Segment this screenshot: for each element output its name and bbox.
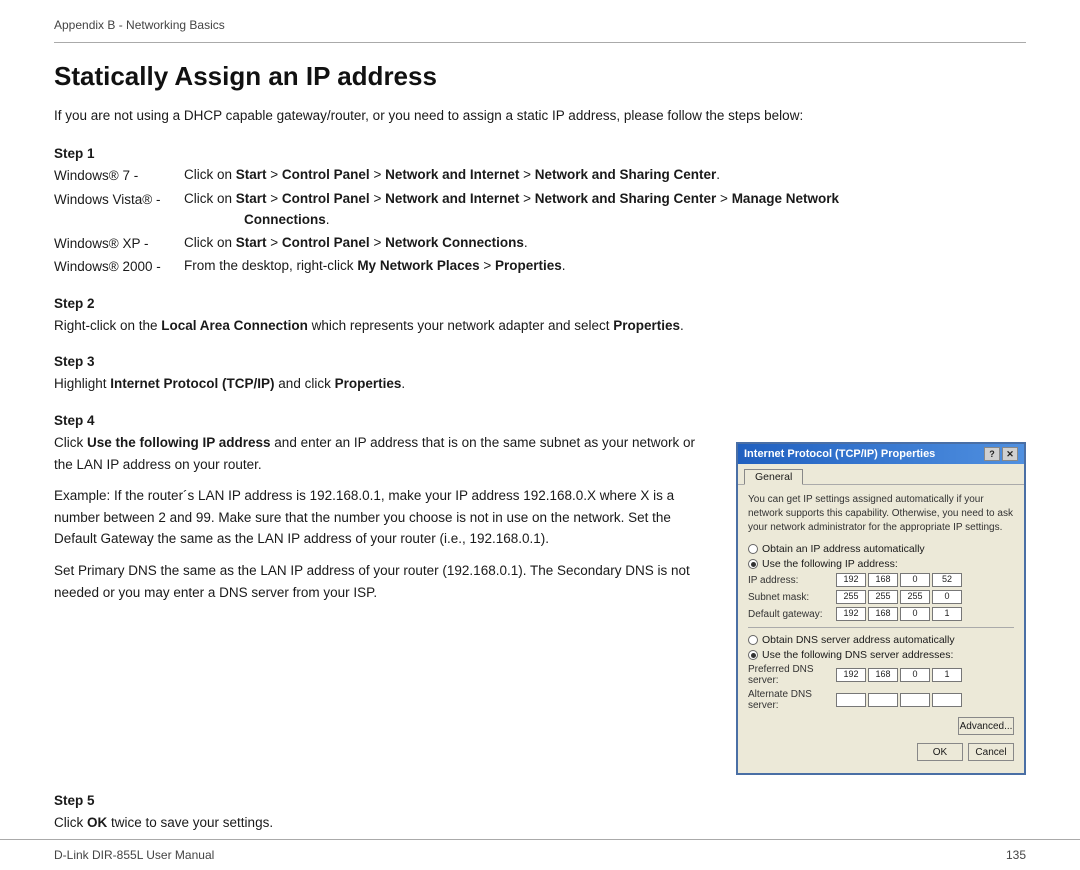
step1-vista-text: Click on Start > Control Panel > Network…: [184, 189, 1026, 231]
dialog-gateway-label: Default gateway:: [748, 609, 836, 620]
dialog-subnet-3[interactable]: 255: [900, 590, 930, 604]
dialog-radio-manual-label: Use the following IP address:: [762, 558, 898, 570]
dialog-subnet-2[interactable]: 255: [868, 590, 898, 604]
dialog-pdns-2[interactable]: 168: [868, 668, 898, 682]
footer-right: 135: [1006, 848, 1026, 862]
dialog-ip-2[interactable]: 168: [868, 573, 898, 587]
dialog-radio-auto-icon: [748, 544, 758, 554]
dialog-ip-4[interactable]: 52: [932, 573, 962, 587]
dialog-gateway-inputs[interactable]: 192 168 0 1: [836, 607, 962, 621]
step5-text: Click OK twice to save your settings.: [54, 812, 1026, 834]
dialog-subnet-inputs[interactable]: 255 255 255 0: [836, 590, 962, 604]
step4-container: Click Use the following IP address and e…: [54, 432, 1026, 775]
dialog-adns-2[interactable]: [868, 693, 898, 707]
dialog-preferred-dns-label: Preferred DNS server:: [748, 664, 836, 686]
step1-vista-row: Windows Vista® - Click on Start > Contro…: [54, 189, 1026, 231]
step1-win7-text: Click on Start > Control Panel > Network…: [184, 165, 1026, 187]
dialog-preferred-dns-inputs[interactable]: 192 168 0 1: [836, 668, 962, 682]
dialog-radio-auto-label: Obtain an IP address automatically: [762, 543, 925, 555]
dialog-radio-auto-dns-label: Obtain DNS server address automatically: [762, 634, 955, 646]
dialog-ip-label: IP address:: [748, 575, 836, 586]
dialog-adns-4[interactable]: [932, 693, 962, 707]
dialog-divider: [748, 627, 1014, 628]
dialog-radio-auto-dns-icon: [748, 635, 758, 645]
dialog-body: You can get IP settings assigned automat…: [738, 484, 1024, 773]
breadcrumb: Appendix B - Networking Basics: [54, 18, 1026, 43]
dialog-adns-3[interactable]: [900, 693, 930, 707]
dialog-close-btn[interactable]: ✕: [1002, 447, 1018, 461]
step2-label: Step 2: [54, 296, 1026, 311]
dialog-subnet-1[interactable]: 255: [836, 590, 866, 604]
dialog-pdns-1[interactable]: 192: [836, 668, 866, 682]
step5-label: Step 5: [54, 793, 1026, 808]
dialog-ip-row: IP address: 192 168 0 52: [748, 573, 1014, 587]
dialog-subnet-4[interactable]: 0: [932, 590, 962, 604]
dialog-ip-inputs[interactable]: 192 168 0 52: [836, 573, 962, 587]
dialog-ok-button[interactable]: OK: [917, 743, 963, 761]
dialog-preferred-dns-row: Preferred DNS server: 192 168 0 1: [748, 664, 1014, 686]
dialog-gateway-1[interactable]: 192: [836, 607, 866, 621]
dialog-gateway-row: Default gateway: 192 168 0 1: [748, 607, 1014, 621]
dialog-pdns-3[interactable]: 0: [900, 668, 930, 682]
dialog-pdns-4[interactable]: 1: [932, 668, 962, 682]
dialog-titlebar: Internet Protocol (TCP/IP) Properties ? …: [738, 444, 1024, 464]
dialog-radio-manual-dns[interactable]: Use the following DNS server addresses:: [748, 649, 1014, 661]
step1-vista-os: Windows Vista® -: [54, 189, 184, 231]
step4-intro: Click Use the following IP address and e…: [54, 432, 712, 475]
footer-bar: D-Link DIR-855L User Manual 135: [0, 839, 1080, 870]
step1-2000-text: From the desktop, right-click My Network…: [184, 256, 1026, 278]
step3-label: Step 3: [54, 354, 1026, 369]
dialog-radio-manual-ip[interactable]: Use the following IP address:: [748, 558, 1014, 570]
page-title: Statically Assign an IP address: [54, 61, 1026, 92]
dialog-advanced-button[interactable]: Advanced...: [958, 717, 1014, 735]
dialog-gateway-3[interactable]: 0: [900, 607, 930, 621]
dialog-radio-auto-dns[interactable]: Obtain DNS server address automatically: [748, 634, 1014, 646]
step4-text: Click Use the following IP address and e…: [54, 432, 712, 603]
step2-text: Right-click on the Local Area Connection…: [54, 315, 1026, 337]
dialog-subnet-label: Subnet mask:: [748, 592, 836, 603]
step1-xp-os: Windows® XP -: [54, 233, 184, 255]
step4-dns: Set Primary DNS the same as the LAN IP a…: [54, 560, 712, 603]
step4-example: Example: If the router´s LAN IP address …: [54, 485, 712, 550]
dialog-gateway-4[interactable]: 1: [932, 607, 962, 621]
dialog-radio-manual-icon: [748, 559, 758, 569]
dialog-alternate-dns-inputs[interactable]: [836, 693, 962, 707]
dialog-subnet-row: Subnet mask: 255 255 255 0: [748, 590, 1014, 604]
step1-win7-os: Windows® 7 -: [54, 165, 184, 187]
dialog-ip-1[interactable]: 192: [836, 573, 866, 587]
footer-left: D-Link DIR-855L User Manual: [54, 848, 214, 862]
dialog-box: Internet Protocol (TCP/IP) Properties ? …: [736, 442, 1026, 775]
dialog-ip-3[interactable]: 0: [900, 573, 930, 587]
dialog-title: Internet Protocol (TCP/IP) Properties: [744, 448, 935, 460]
step1-2000-row: Windows® 2000 - From the desktop, right-…: [54, 256, 1026, 278]
dialog-help-btn[interactable]: ?: [984, 447, 1000, 461]
step1-2000-os: Windows® 2000 -: [54, 256, 184, 278]
step1-label: Step 1: [54, 146, 1026, 161]
intro-text: If you are not using a DHCP capable gate…: [54, 106, 1026, 126]
dialog-adns-1[interactable]: [836, 693, 866, 707]
dialog-button-row: OK Cancel: [748, 743, 1014, 765]
step1-xp-row: Windows® XP - Click on Start > Control P…: [54, 233, 1026, 255]
dialog-radio-manual-dns-icon: [748, 650, 758, 660]
step1-win7-row: Windows® 7 - Click on Start > Control Pa…: [54, 165, 1026, 187]
step1-xp-text: Click on Start > Control Panel > Network…: [184, 233, 1026, 255]
dialog-cancel-button[interactable]: Cancel: [968, 743, 1014, 761]
dialog-tab-bar: General: [738, 464, 1024, 484]
dialog-alternate-dns-row: Alternate DNS server:: [748, 689, 1014, 711]
dialog-titlebar-buttons: ? ✕: [984, 447, 1018, 461]
step4-label: Step 4: [54, 413, 1026, 428]
dialog-alternate-dns-label: Alternate DNS server:: [748, 689, 836, 711]
step3-text: Highlight Internet Protocol (TCP/IP) and…: [54, 373, 1026, 395]
dialog-tab-general[interactable]: General: [744, 469, 803, 485]
dialog-gateway-2[interactable]: 168: [868, 607, 898, 621]
dialog-radio-auto-ip[interactable]: Obtain an IP address automatically: [748, 543, 1014, 555]
dialog-radio-manual-dns-label: Use the following DNS server addresses:: [762, 649, 953, 661]
dialog-description: You can get IP settings assigned automat…: [748, 493, 1014, 535]
